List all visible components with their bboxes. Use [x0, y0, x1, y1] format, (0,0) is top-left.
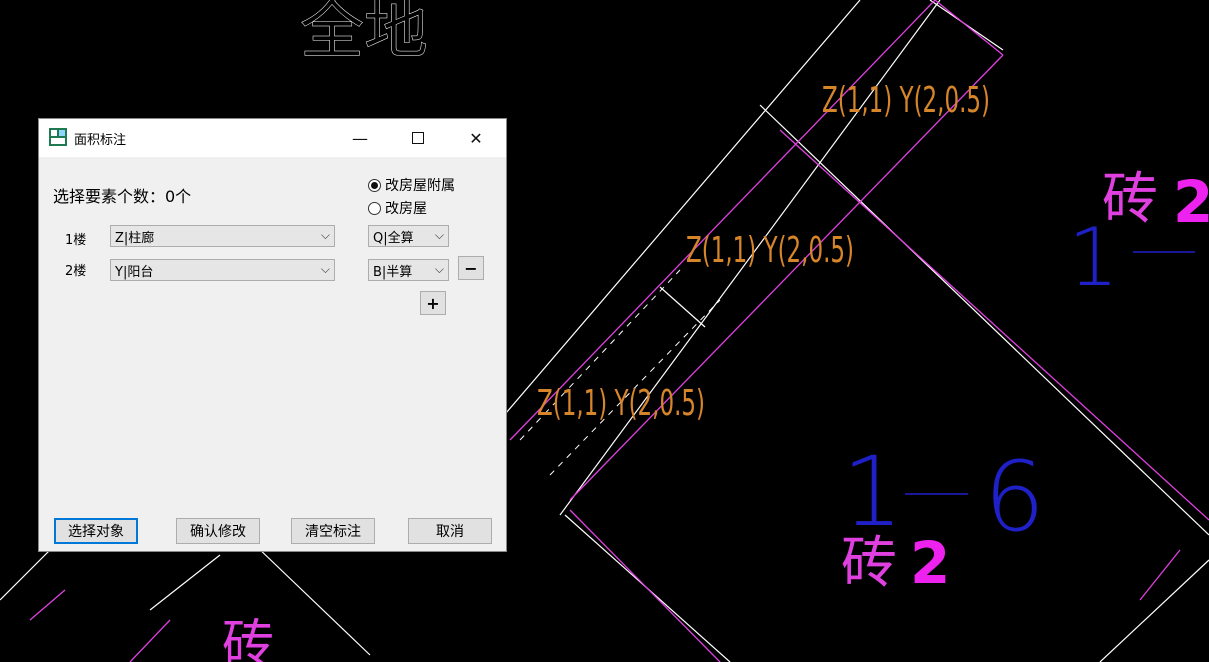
floor-label: 2楼 — [65, 264, 87, 279]
select-object-button[interactable]: 选择对象 — [54, 518, 138, 544]
selected-count-label: 选择要素个数：0个 — [53, 187, 192, 206]
cad-right-brick: 砖 — [1102, 167, 1158, 232]
clear-annotation-button[interactable]: 清空标注 — [291, 518, 375, 544]
select-value: Q|全算 — [373, 230, 414, 246]
maximize-icon — [412, 132, 424, 144]
chevron-down-icon: ⌵ — [434, 228, 444, 242]
select-value: Y|阳台 — [115, 264, 154, 280]
type-select-row-2[interactable]: Y|阳台 ⌵ — [110, 259, 335, 281]
radio-house-attachment[interactable]: 改房屋附属 — [368, 175, 455, 195]
dialog-titlebar[interactable]: 面积标注 — ✕ — [39, 119, 506, 157]
add-row-button[interactable]: + — [420, 291, 446, 315]
dashed-lines — [519, 269, 721, 476]
floor-label: 1楼 — [65, 233, 87, 248]
area-app-icon — [49, 128, 67, 146]
close-icon: ✕ — [469, 128, 483, 148]
chevron-down-icon: ⌵ — [320, 262, 330, 276]
type-select-row-1[interactable]: Z|柱廊 ⌵ — [110, 225, 335, 247]
cad-center-num: 2 — [910, 529, 950, 597]
close-button[interactable]: ✕ — [453, 119, 499, 157]
radio-house[interactable]: 改房屋 — [368, 198, 427, 218]
chevron-down-icon: ⌵ — [320, 228, 330, 242]
radio-unchecked-icon — [368, 201, 381, 215]
cad-bottom-brick: 砖 — [222, 615, 274, 662]
radio-label: 改房屋 — [385, 201, 427, 217]
area-annotation-dialog: 面积标注 — ✕ 选择要素个数：0个 改房屋附属 改房屋 1楼 Z|柱廊 ⌵ Q… — [38, 118, 507, 552]
maximize-button[interactable] — [395, 119, 441, 157]
calc-select-row-1[interactable]: Q|全算 ⌵ — [368, 225, 449, 247]
minimize-icon: — — [352, 128, 368, 148]
dialog-title: 面积标注 — [74, 133, 127, 148]
minimize-button[interactable]: — — [337, 119, 383, 157]
cad-center-brick: 砖 — [841, 531, 897, 596]
chevron-down-icon: ⌵ — [434, 262, 444, 276]
cancel-button[interactable]: 取消 — [408, 518, 492, 544]
radio-checked-icon — [368, 178, 381, 192]
remove-row-button[interactable]: − — [458, 256, 484, 280]
cad-center-six: 6 — [984, 441, 1045, 553]
radio-label: 改房屋附属 — [385, 178, 455, 194]
select-value: Z|柱廊 — [115, 230, 155, 246]
cad-annotation-1: Z(1,1) Y(2,0.5) — [822, 80, 990, 121]
cad-annotation-2: Z(1,1) Y(2,0.5) — [686, 230, 854, 271]
plus-icon: + — [426, 293, 440, 313]
minus-icon: − — [464, 258, 478, 278]
cad-right-num: 2 — [1173, 168, 1209, 236]
cad-top-text: 全地 — [300, 0, 428, 68]
select-value: B|半算 — [373, 264, 413, 280]
calc-select-row-2[interactable]: B|半算 ⌵ — [368, 259, 449, 281]
cad-annotation-3: Z(1,1) Y(2,0.5) — [537, 383, 705, 424]
confirm-modify-button[interactable]: 确认修改 — [176, 518, 260, 544]
